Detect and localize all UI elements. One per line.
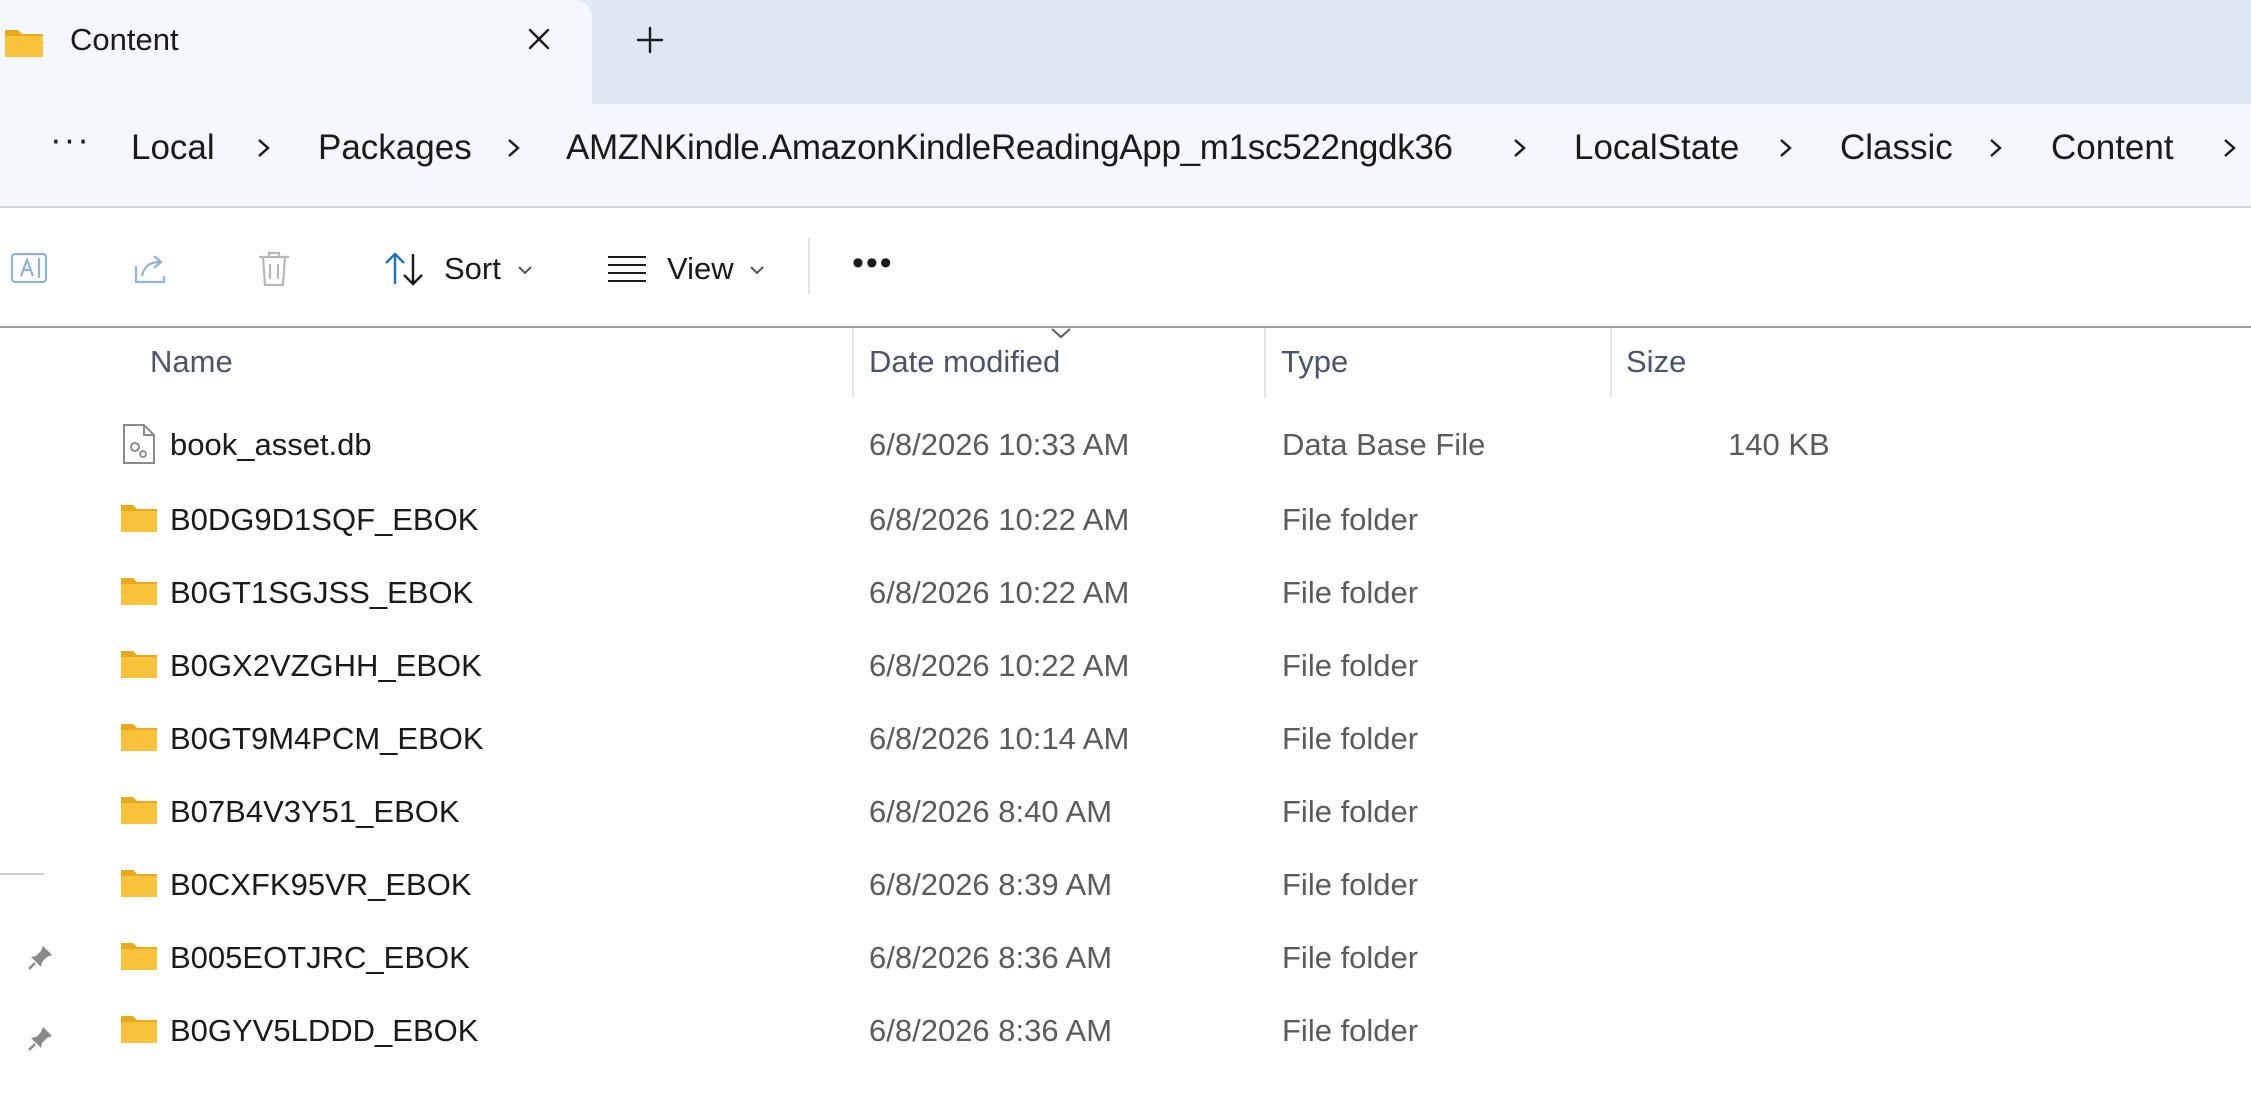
file-name: B005EOTJRC_EBOK [170, 940, 470, 975]
folder-icon [121, 651, 157, 678]
chevron-right-icon[interactable] [1508, 126, 1530, 170]
file-row[interactable]: B0GT9M4PCM_EBOK 6/8/2026 10:14 AM File f… [110, 703, 2210, 776]
new-tab-button[interactable] [632, 22, 668, 58]
file-type: File folder [1282, 1013, 1419, 1048]
chevron-down-icon[interactable] [516, 264, 534, 276]
chevron-right-icon[interactable] [1774, 126, 1796, 170]
delete-icon[interactable] [254, 248, 294, 290]
file-type: File folder [1282, 794, 1419, 829]
chevron-down-icon[interactable] [748, 264, 766, 276]
command-bar-divider [808, 238, 810, 294]
more-options-button[interactable]: ••• [852, 244, 894, 283]
file-row[interactable]: B0DG9D1SQF_EBOK 6/8/2026 10:22 AM File f… [110, 484, 2210, 557]
file-date-modified: 6/8/2026 10:22 AM [869, 648, 1130, 683]
folder-icon [121, 578, 157, 605]
address-bar[interactable]: ··· Local Packages AMZNKindle.AmazonKind… [0, 104, 2251, 206]
file-date-modified: 6/8/2026 8:40 AM [869, 794, 1113, 829]
chevron-right-icon[interactable] [2218, 126, 2240, 170]
file-name: book_asset.db [170, 427, 372, 462]
tab-title: Content [70, 22, 179, 57]
file-name: B0DG9D1SQF_EBOK [170, 502, 479, 537]
column-header-name[interactable]: Name [150, 344, 233, 380]
file-date-modified: 6/8/2026 10:22 AM [869, 575, 1130, 610]
breadcrumb-item-local[interactable]: Local [131, 126, 215, 170]
command-bar-divider-bottom [0, 326, 2251, 328]
folder-icon [5, 30, 43, 57]
file-date-modified: 6/8/2026 10:33 AM [869, 427, 1130, 462]
file-type: File folder [1282, 648, 1419, 683]
file-type: File folder [1282, 940, 1419, 975]
pin-icon[interactable] [26, 1023, 56, 1053]
file-row[interactable]: B0GYV5LDDD_EBOK 6/8/2026 8:36 AM File fo… [110, 995, 2210, 1068]
folder-icon [121, 870, 157, 897]
sort-icon[interactable] [382, 248, 426, 290]
column-header-size[interactable]: Size [1626, 344, 1686, 380]
file-name: B0CXFK95VR_EBOK [170, 867, 472, 902]
file-type: File folder [1282, 575, 1419, 610]
folder-icon [121, 505, 157, 532]
file-date-modified: 6/8/2026 10:22 AM [869, 502, 1130, 537]
file-name: B0GT9M4PCM_EBOK [170, 721, 484, 756]
breadcrumb-item-localstate[interactable]: LocalState [1574, 126, 1739, 170]
file-date-modified: 6/8/2026 8:36 AM [869, 940, 1113, 975]
file-size: 140 KB [1728, 427, 1830, 462]
sort-button[interactable]: Sort [444, 251, 501, 287]
file-type: File folder [1282, 867, 1419, 902]
view-button[interactable]: View [667, 251, 734, 287]
file-name: B0GX2VZGHH_EBOK [170, 648, 482, 683]
folder-icon [121, 1016, 157, 1043]
column-separator[interactable] [1264, 328, 1266, 398]
folder-icon [121, 797, 157, 824]
column-header-type[interactable]: Type [1281, 344, 1348, 380]
file-name: B0GYV5LDDD_EBOK [170, 1013, 479, 1048]
sort-descending-indicator-icon [1051, 328, 1071, 339]
file-date-modified: 6/8/2026 10:14 AM [869, 721, 1130, 756]
chevron-right-icon[interactable] [1984, 126, 2006, 170]
file-row[interactable]: B005EOTJRC_EBOK 6/8/2026 8:36 AM File fo… [110, 922, 2210, 995]
pin-icon[interactable] [26, 942, 56, 972]
close-icon[interactable] [522, 22, 556, 56]
tab-content[interactable]: Content [0, 0, 592, 104]
folder-icon [121, 724, 157, 751]
file-type: File folder [1282, 502, 1419, 537]
chevron-right-icon[interactable] [502, 126, 524, 170]
file-row[interactable]: B0CXFK95VR_EBOK 6/8/2026 8:39 AM File fo… [110, 849, 2210, 922]
file-date-modified: 6/8/2026 8:36 AM [869, 1013, 1113, 1048]
share-icon[interactable] [130, 248, 172, 290]
column-separator[interactable] [1610, 328, 1612, 398]
tab-strip: Content [0, 0, 2251, 104]
breadcrumb-item-classic[interactable]: Classic [1840, 126, 1953, 170]
file-row[interactable]: B07B4V3Y51_EBOK 6/8/2026 8:40 AM File fo… [110, 776, 2210, 849]
command-bar: Sort View ••• [0, 208, 2251, 326]
file-row[interactable]: B0GX2VZGHH_EBOK 6/8/2026 10:22 AM File f… [110, 630, 2210, 703]
breadcrumb-overflow-button[interactable]: ··· [50, 118, 91, 162]
column-header-date-modified[interactable]: Date modified [869, 344, 1060, 380]
file-name: B07B4V3Y51_EBOK [170, 794, 460, 829]
breadcrumb-item-content[interactable]: Content [2051, 126, 2174, 170]
file-type: File folder [1282, 721, 1419, 756]
file-date-modified: 6/8/2026 8:39 AM [869, 867, 1113, 902]
navigation-pane-divider [0, 873, 44, 875]
file-row[interactable]: book_asset.db 6/8/2026 10:33 AM Data Bas… [110, 411, 2210, 484]
folder-icon [121, 943, 157, 970]
file-row[interactable]: B0GT1SGJSS_EBOK 6/8/2026 10:22 AM File f… [110, 557, 2210, 630]
file-name: B0GT1SGJSS_EBOK [170, 575, 474, 610]
breadcrumb-item-packages[interactable]: Packages [318, 126, 472, 170]
breadcrumb-item-app-package[interactable]: AMZNKindle.AmazonKindleReadingApp_m1sc52… [566, 126, 1453, 170]
column-separator[interactable] [852, 328, 854, 398]
file-icon [123, 424, 155, 464]
file-type: Data Base File [1282, 427, 1486, 462]
rename-icon[interactable] [8, 248, 50, 290]
view-icon[interactable] [606, 254, 648, 284]
chevron-right-icon[interactable] [252, 126, 274, 170]
